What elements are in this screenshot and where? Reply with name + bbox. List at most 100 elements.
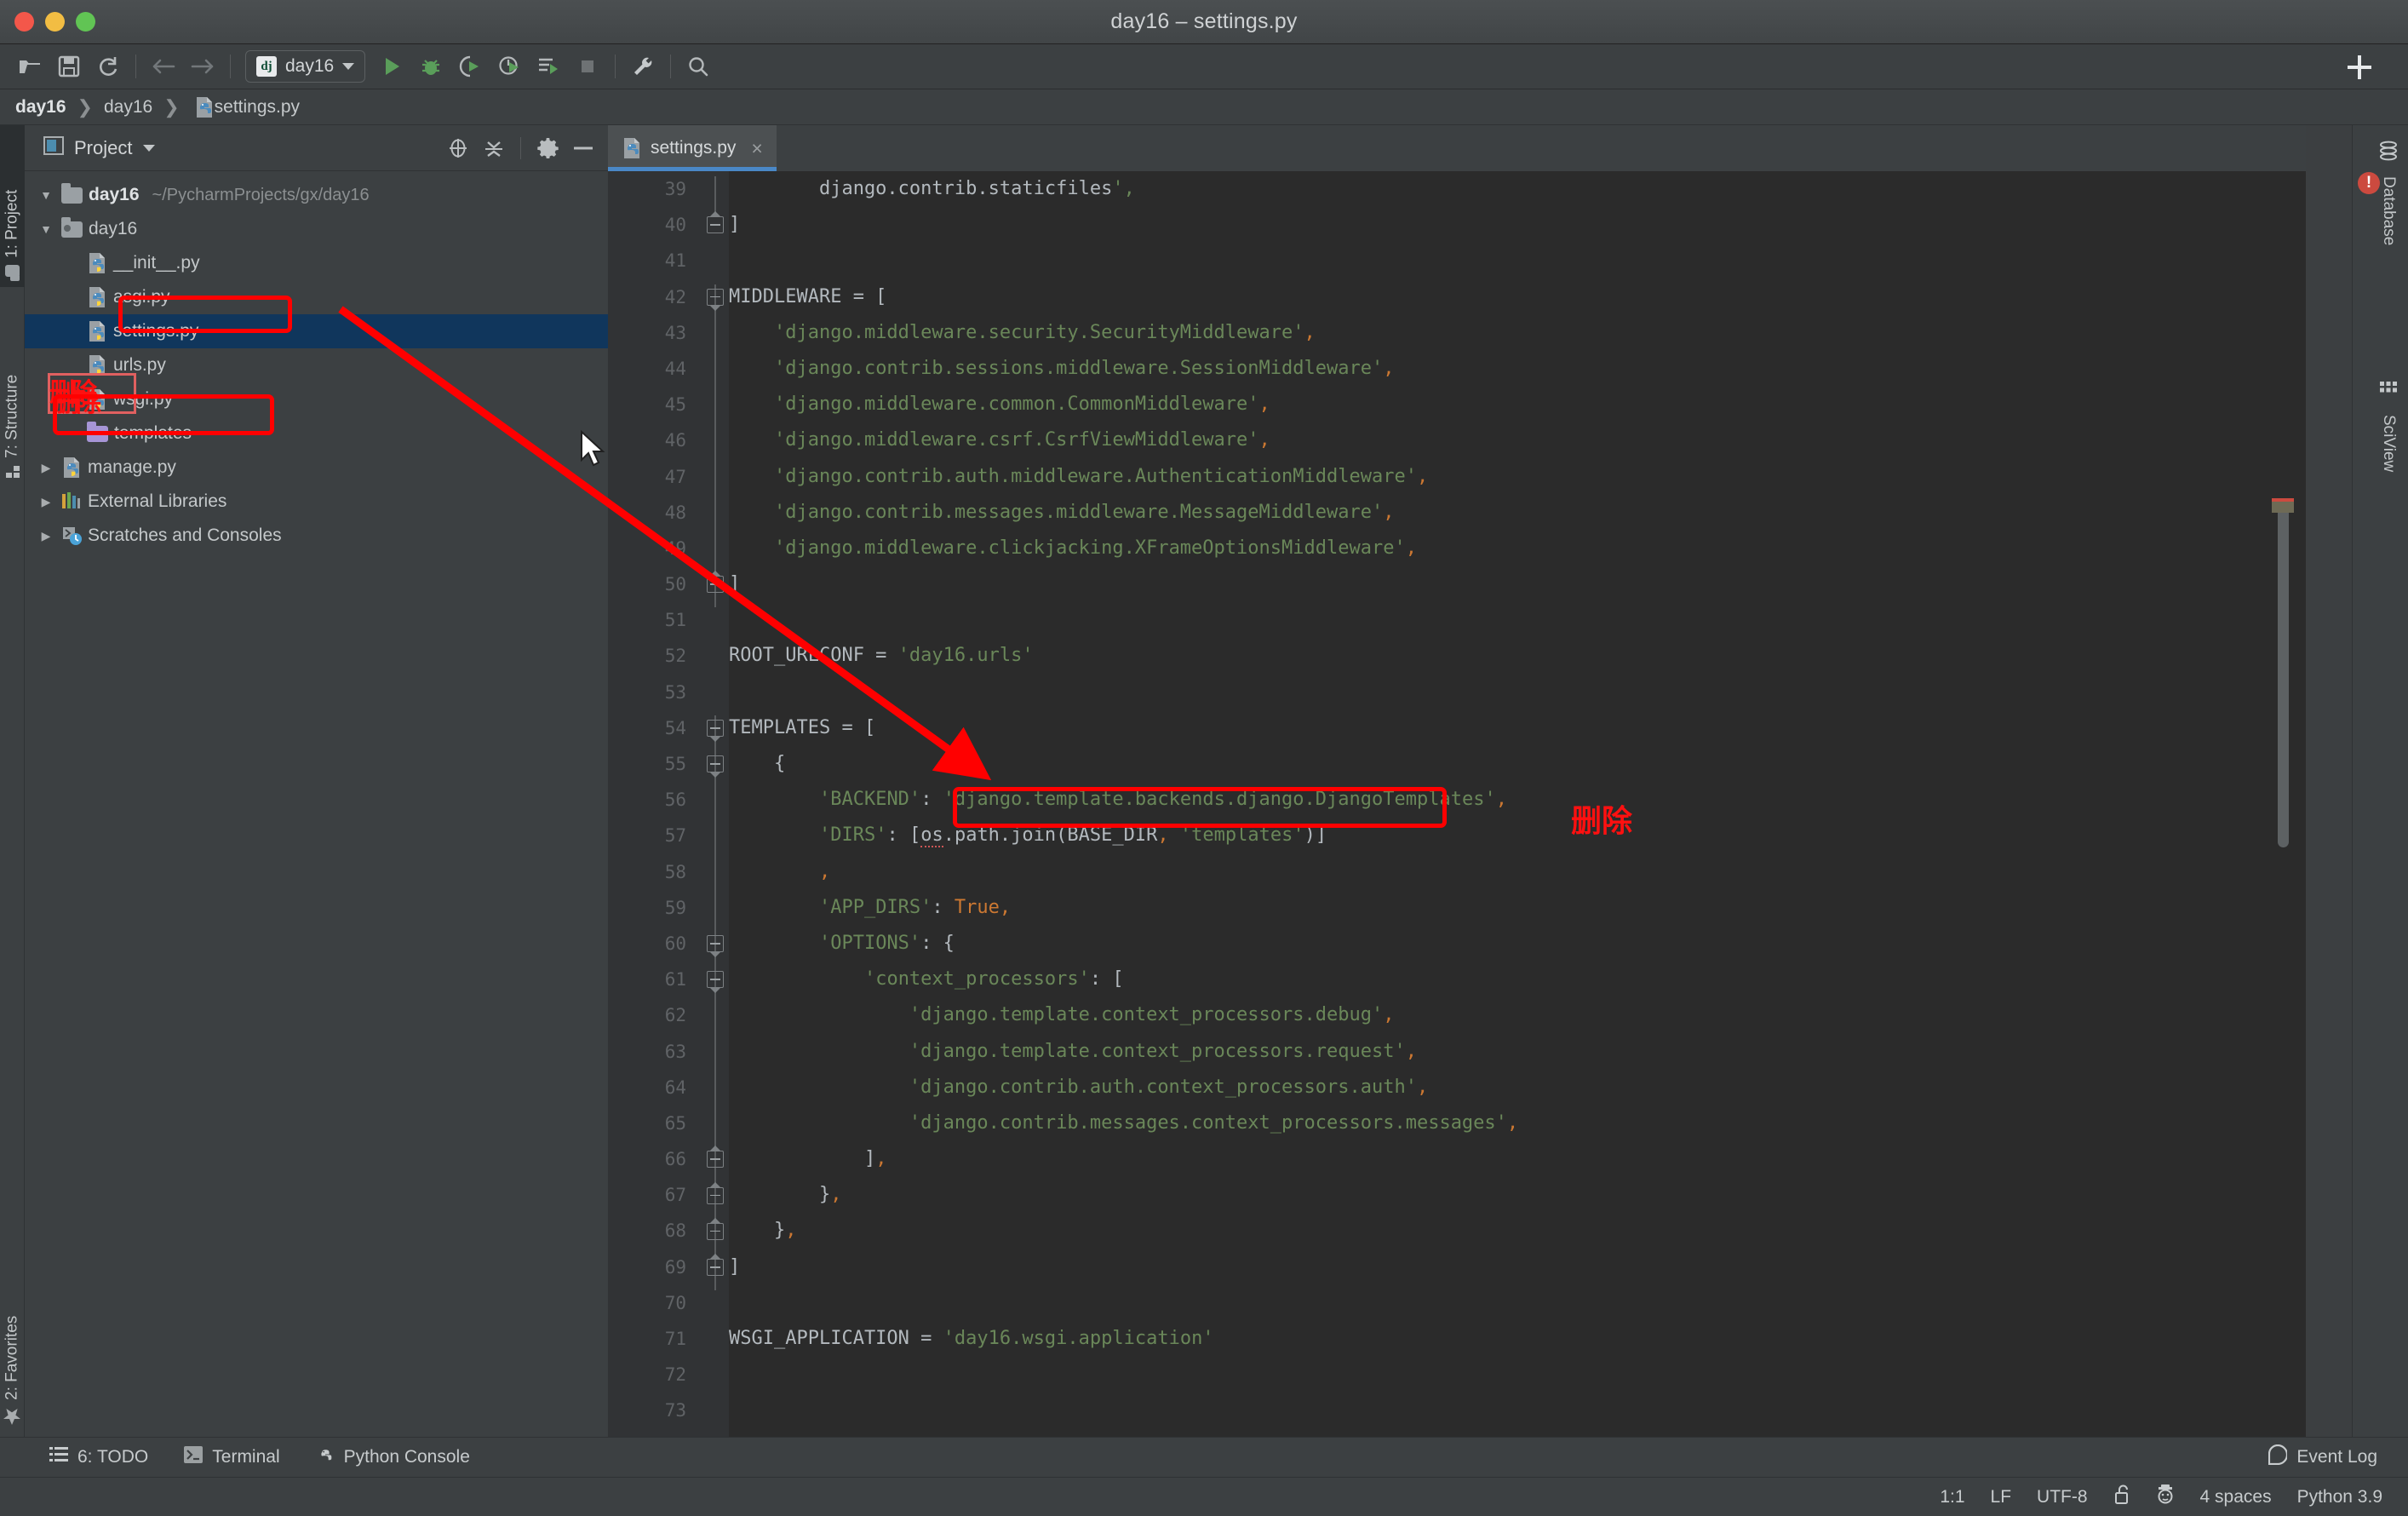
code-folding-column[interactable]: [702, 171, 729, 1444]
code-editor[interactable]: 3940414243444546474849505152535455565758…: [608, 171, 2306, 1444]
sync-icon[interactable]: [89, 49, 128, 84]
fold-toggle-icon[interactable]: [707, 289, 724, 306]
code-line[interactable]: ]: [729, 1249, 2306, 1285]
forward-arrow-icon[interactable]: [183, 49, 222, 84]
sidebar-item-structure[interactable]: 7: Structure: [0, 292, 25, 488]
run-with-console-icon[interactable]: [529, 49, 568, 84]
code-line[interactable]: },: [729, 1177, 2306, 1213]
tree-row-day16[interactable]: ▼day16~/PycharmProjects/gx/day16: [25, 178, 608, 212]
editor-scrollbar-thumb[interactable]: [2278, 507, 2289, 847]
code-line[interactable]: 'context_processors': [: [729, 962, 2306, 997]
tree-row-manage-py[interactable]: ▶manage.py: [25, 451, 608, 485]
chevron-down-icon[interactable]: ▼: [37, 188, 55, 202]
save-icon[interactable]: [49, 49, 89, 84]
breadcrumb-item-0[interactable]: day16: [15, 97, 66, 118]
tree-row-day16[interactable]: ▼day16: [25, 212, 608, 246]
code-line[interactable]: 'django.contrib.auth.context_processors.…: [729, 1070, 2306, 1105]
code-line[interactable]: 'django.middleware.common.CommonMiddlewa…: [729, 387, 2306, 422]
unlocked-padlock-icon[interactable]: [2113, 1484, 2130, 1510]
back-arrow-icon[interactable]: [144, 49, 183, 84]
code-line[interactable]: 'django.contrib.messages.context_process…: [729, 1105, 2306, 1141]
code-line[interactable]: 'BACKEND': 'django.template.backends.dja…: [729, 782, 2306, 818]
debug-icon[interactable]: [411, 49, 450, 84]
code-line[interactable]: [729, 1393, 2306, 1428]
code-line[interactable]: 'django.template.context_processors.debu…: [729, 997, 2306, 1033]
fold-toggle-icon[interactable]: [707, 720, 724, 737]
code-content[interactable]: django.contrib.staticfiles',] MIDDLEWARE …: [729, 171, 2306, 1444]
indent-setting[interactable]: 4 spaces: [2200, 1487, 2272, 1507]
code-line[interactable]: ,: [729, 854, 2306, 890]
close-icon[interactable]: ×: [751, 137, 762, 160]
chevron-down-icon[interactable]: [143, 145, 155, 152]
code-line[interactable]: [729, 675, 2306, 710]
code-line[interactable]: 'django.middleware.clickjacking.XFrameOp…: [729, 531, 2306, 566]
file-encoding[interactable]: UTF-8: [2037, 1487, 2088, 1507]
code-line[interactable]: 'django.middleware.csrf.CsrfViewMiddlewa…: [729, 422, 2306, 458]
tool-window-terminal[interactable]: Terminal: [184, 1446, 279, 1468]
code-line[interactable]: 'django.contrib.auth.middleware.Authenti…: [729, 459, 2306, 495]
code-line[interactable]: },: [729, 1213, 2306, 1249]
tree-row-wsgi-py[interactable]: ▶wsgi.py: [25, 382, 608, 416]
fold-toggle-icon[interactable]: [707, 971, 724, 988]
run-icon[interactable]: [372, 49, 411, 84]
code-line[interactable]: {: [729, 746, 2306, 782]
sidebar-item-project[interactable]: 1: Project: [0, 125, 25, 287]
code-line[interactable]: MIDDLEWARE = [: [729, 279, 2306, 315]
chevron-down-icon[interactable]: [342, 63, 354, 70]
code-line[interactable]: ],: [729, 1141, 2306, 1177]
code-line[interactable]: TEMPLATES = [: [729, 710, 2306, 746]
wrench-icon[interactable]: [623, 49, 662, 84]
event-log-button[interactable]: Event Log: [2268, 1437, 2377, 1477]
code-line[interactable]: 'django.middleware.security.SecurityMidd…: [729, 315, 2306, 351]
hide-panel-icon[interactable]: [569, 134, 598, 163]
code-line[interactable]: 'OPTIONS': {: [729, 926, 2306, 962]
code-line[interactable]: 'APP_DIRS': True,: [729, 890, 2306, 926]
add-toolbar-button[interactable]: [2347, 55, 2372, 84]
code-line[interactable]: django.contrib.staticfiles',: [729, 171, 2306, 207]
sidebar-item-sciview[interactable]: SciView: [2369, 372, 2408, 560]
profile-icon[interactable]: [490, 49, 529, 84]
run-configuration-selector[interactable]: dj day16: [245, 50, 365, 83]
code-line[interactable]: 'DIRS': [os.path.join(BASE_DIR, 'templat…: [729, 818, 2306, 853]
fold-toggle-icon[interactable]: [707, 1187, 724, 1204]
collapse-all-icon[interactable]: [479, 134, 508, 163]
sidebar-item-favorites[interactable]: 2: Favorites: [0, 1243, 25, 1435]
fold-toggle-icon[interactable]: [707, 755, 724, 772]
tool-window-python-console[interactable]: Python Console: [316, 1445, 470, 1469]
chevron-right-icon[interactable]: ▶: [37, 461, 55, 475]
tree-row-templates[interactable]: ▶templates: [25, 416, 608, 451]
python-interpreter[interactable]: Python 3.9: [2297, 1487, 2382, 1507]
tree-row-scratches-and-consoles[interactable]: ▶Scratches and Consoles: [25, 519, 608, 553]
caret-position[interactable]: 1:1: [1940, 1487, 1964, 1507]
run-coverage-icon[interactable]: [450, 49, 490, 84]
breadcrumb-item-2[interactable]: settings.py: [215, 97, 300, 118]
sidebar-item-database[interactable]: Database: [2369, 132, 2408, 345]
chevron-down-icon[interactable]: ▼: [37, 222, 55, 236]
code-line[interactable]: [729, 602, 2306, 638]
fold-toggle-icon[interactable]: [707, 216, 724, 233]
tree-row-asgi-py[interactable]: ▶asgi.py: [25, 280, 608, 314]
line-separator[interactable]: LF: [1991, 1487, 2012, 1507]
open-folder-icon[interactable]: [10, 49, 49, 84]
tool-window-todo[interactable]: 6: TODO: [49, 1446, 148, 1468]
editor-tab-settings-py[interactable]: settings.py ×: [608, 125, 777, 171]
code-line[interactable]: [729, 1285, 2306, 1321]
chevron-right-icon[interactable]: ▶: [37, 495, 55, 509]
fold-toggle-icon[interactable]: [707, 1259, 724, 1276]
chevron-right-icon[interactable]: ▶: [37, 529, 55, 543]
fold-toggle-icon[interactable]: [707, 1223, 724, 1240]
breadcrumb-item-1[interactable]: day16: [104, 97, 152, 118]
search-icon[interactable]: [679, 49, 718, 84]
stop-icon[interactable]: [568, 49, 607, 84]
fold-toggle-icon[interactable]: [707, 1151, 724, 1168]
settings-gear-icon[interactable]: [533, 134, 562, 163]
tree-row-settings-py[interactable]: ▶settings.py: [25, 314, 608, 348]
tree-row-urls-py[interactable]: ▶urls.py: [25, 348, 608, 382]
code-line[interactable]: ]: [729, 207, 2306, 243]
hector-inspector-icon[interactable]: [2156, 1484, 2175, 1510]
code-line[interactable]: [729, 1357, 2306, 1393]
fold-toggle-icon[interactable]: [707, 935, 724, 952]
code-line[interactable]: ROOT_URLCONF = 'day16.urls': [729, 638, 2306, 674]
locate-target-icon[interactable]: [444, 134, 473, 163]
editor-scrollbar[interactable]: [2272, 217, 2294, 1444]
